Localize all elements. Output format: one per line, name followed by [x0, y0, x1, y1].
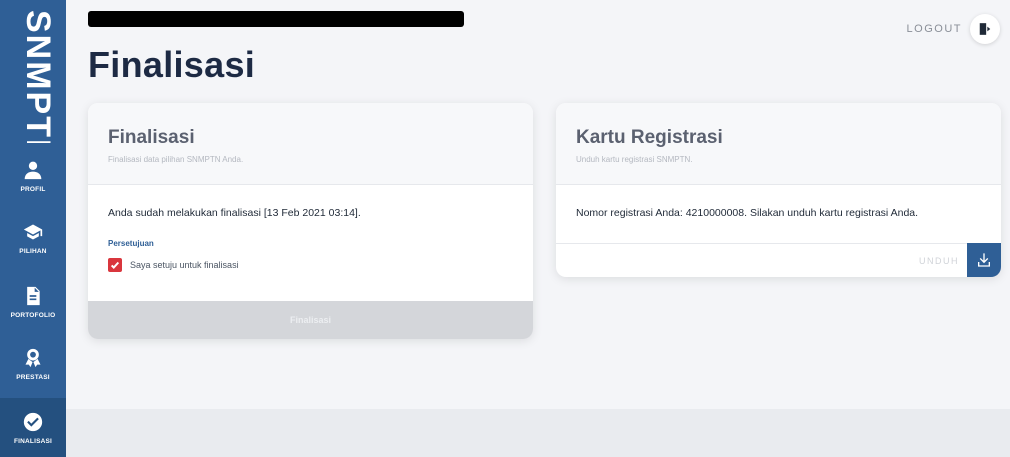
sidebar: SNMPTN PROFIL PILIHAN PORTOFOLIO PRESTAS… [0, 0, 66, 457]
card-footer: UNDUH [556, 243, 1001, 277]
logout-label: LOGOUT [906, 23, 962, 35]
sidebar-item-finalisasi[interactable]: FINALISASI [0, 398, 66, 457]
card-header: Finalisasi Finalisasi data pilihan SNMPT… [88, 103, 533, 185]
graduation-cap-icon [23, 224, 43, 239]
sidebar-item-portofolio[interactable]: PORTOFOLIO [0, 272, 66, 332]
document-icon [27, 286, 40, 305]
card-subtitle: Finalisasi data pilihan SNMPTN Anda. [108, 155, 244, 164]
sidebar-item-label: FINALISASI [13, 437, 53, 445]
sidebar-item-pilihan[interactable]: PILIHAN [0, 208, 66, 268]
registration-message: Nomor registrasi Anda: 4210000008. Silak… [576, 207, 919, 219]
sidebar-item-prestasi[interactable]: PRESTASI [0, 334, 66, 394]
logout-button[interactable]: LOGOUT [907, 14, 1000, 44]
brand-logo: SNMPTN [8, 8, 58, 143]
card-header: Kartu Registrasi Unduh kartu registrasi … [556, 103, 1001, 185]
sidebar-item-label: PRESTASI [16, 373, 50, 381]
card-body: Anda sudah melakukan finalisasi [13 Feb … [88, 207, 533, 272]
card-title: Kartu Registrasi [576, 127, 723, 148]
finalisasi-message: Anda sudah melakukan finalisasi [13 Feb … [108, 207, 361, 219]
finalisasi-card: Finalisasi Finalisasi data pilihan SNMPT… [88, 103, 533, 339]
finalisasi-button[interactable]: Finalisasi [88, 301, 533, 339]
card-subtitle: Unduh kartu registrasi SNMPTN. [576, 155, 693, 164]
unduh-link[interactable]: UNDUH [919, 256, 959, 266]
sidebar-item-label: PILIHAN [19, 247, 47, 255]
agreement-row: Saya setuju untuk finalisasi [108, 258, 513, 272]
kartu-registrasi-card: Kartu Registrasi Unduh kartu registrasi … [556, 103, 1001, 277]
app-root: SNMPTN PROFIL PILIHAN PORTOFOLIO PRESTAS… [0, 0, 1010, 457]
sidebar-item-label: PORTOFOLIO [10, 311, 56, 319]
sidebar-item-label: PROFIL [20, 185, 46, 193]
checkmark-icon [110, 261, 120, 269]
card-title: Finalisasi [108, 127, 195, 148]
sidebar-item-profil[interactable]: PROFIL [0, 146, 66, 206]
logout-icon-button[interactable] [970, 14, 1000, 44]
user-icon [24, 161, 42, 179]
redacted-user-name [88, 11, 464, 27]
brand-text: SNMPTN [19, 10, 57, 143]
download-icon [978, 253, 990, 267]
agreement-checkbox[interactable] [108, 258, 122, 272]
check-circle-icon [23, 412, 43, 431]
page-title: Finalisasi [88, 44, 256, 85]
logout-icon [979, 23, 991, 35]
agreement-label: Saya setuju untuk finalisasi [130, 260, 239, 270]
card-body: Nomor registrasi Anda: 4210000008. Silak… [556, 207, 1001, 219]
footer-band [66, 409, 1010, 457]
award-icon [25, 348, 41, 367]
persetujuan-label: Persetujuan [108, 239, 154, 248]
unduh-button[interactable] [967, 243, 1001, 277]
